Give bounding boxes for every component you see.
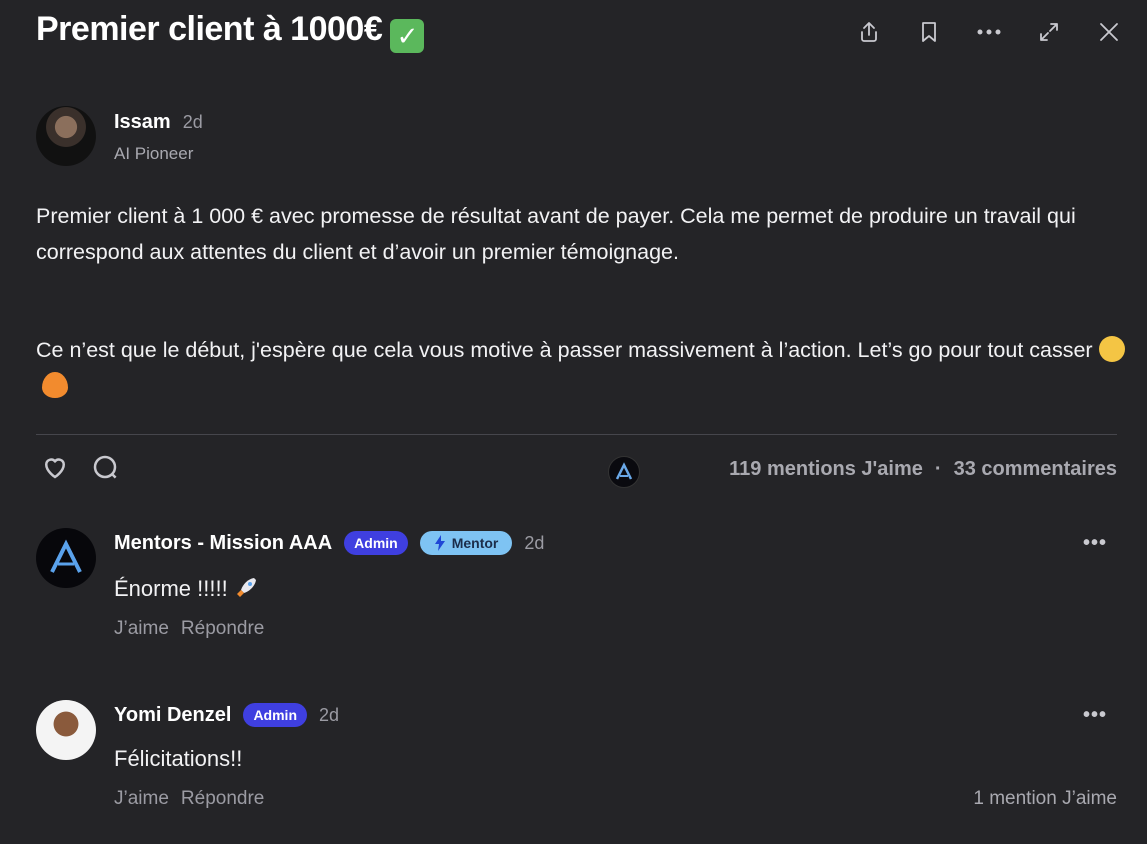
more-icon[interactable] [969, 12, 1009, 52]
comments-count[interactable]: 33 commentaires [954, 458, 1117, 480]
author-role: AI Pioneer [114, 144, 194, 163]
like-heart-icon[interactable] [40, 452, 70, 487]
post-stats: 119 mentions J'aime · 33 commentaires [729, 458, 1117, 481]
lightning-icon [434, 535, 445, 551]
comment-author[interactable]: Yomi Denzel [114, 704, 231, 727]
reply-button[interactable]: Répondre [181, 618, 264, 640]
comment-text-content: Énorme !!!!! [114, 576, 228, 601]
share-icon[interactable] [849, 12, 889, 52]
comment-time: 2d [524, 532, 545, 553]
mentor-badge-label: Mentor [451, 535, 499, 551]
post-author: Issam 2d AI Pioneer [36, 106, 203, 166]
post-toolbar [849, 12, 1129, 52]
avatar[interactable] [36, 528, 96, 588]
admin-badge: Admin [243, 703, 307, 727]
comment-likes-count[interactable]: 1 mention J’aime [973, 788, 1117, 810]
avatar[interactable] [36, 700, 96, 760]
rocket-emoji-icon [236, 578, 256, 597]
stats-separator: · [934, 458, 942, 480]
mentor-badge: Mentor [419, 531, 513, 555]
likes-count[interactable]: 119 mentions J'aime [729, 458, 923, 480]
liker-avatar[interactable] [608, 456, 640, 488]
comment-text: Énorme !!!!! [114, 574, 544, 602]
post-paragraph: Premier client à 1 000 € avec promesse d… [36, 204, 1076, 264]
comment-text: Félicitations!! [114, 746, 243, 771]
author-name[interactable]: Issam [114, 111, 171, 134]
comment-author[interactable]: Mentors - Mission AAA [114, 532, 332, 555]
post-paragraph-text: Ce n’est que le début, j'espère que cela… [36, 338, 1093, 362]
divider [36, 434, 1117, 435]
post-title: Premier client à 1000€ ✓ [36, 8, 425, 53]
comment-time: 2d [319, 704, 340, 725]
comment-more-icon[interactable]: ••• [1083, 532, 1107, 555]
bookmark-icon[interactable] [909, 12, 949, 52]
muscle-emoji-icon [1098, 336, 1125, 362]
comment-more-icon[interactable]: ••• [1083, 704, 1107, 727]
like-comment-button[interactable]: J’aime [114, 788, 169, 810]
comment-actions: J’aime Répondre [114, 618, 544, 640]
admin-badge: Admin [344, 531, 408, 555]
like-comment-button[interactable]: J’aime [114, 618, 169, 640]
comment-actions: J’aime Répondre [114, 788, 339, 810]
avatar[interactable] [36, 106, 96, 166]
post-time: 2d [182, 112, 203, 132]
close-icon[interactable] [1089, 12, 1129, 52]
check-mark-icon: ✓ [390, 19, 425, 53]
reply-button[interactable]: Répondre [181, 788, 264, 810]
reaction-bar [40, 452, 120, 487]
expand-icon[interactable] [1029, 12, 1069, 52]
fire-emoji-icon [42, 372, 68, 398]
post-title-text: Premier client à 1000€ [36, 10, 383, 48]
comment-bubble-icon[interactable] [90, 452, 120, 487]
post-paragraph: Ce n’est que le début, j'espère que cela… [36, 332, 1126, 404]
post-body: Premier client à 1 000 € avec promesse d… [36, 198, 1126, 404]
